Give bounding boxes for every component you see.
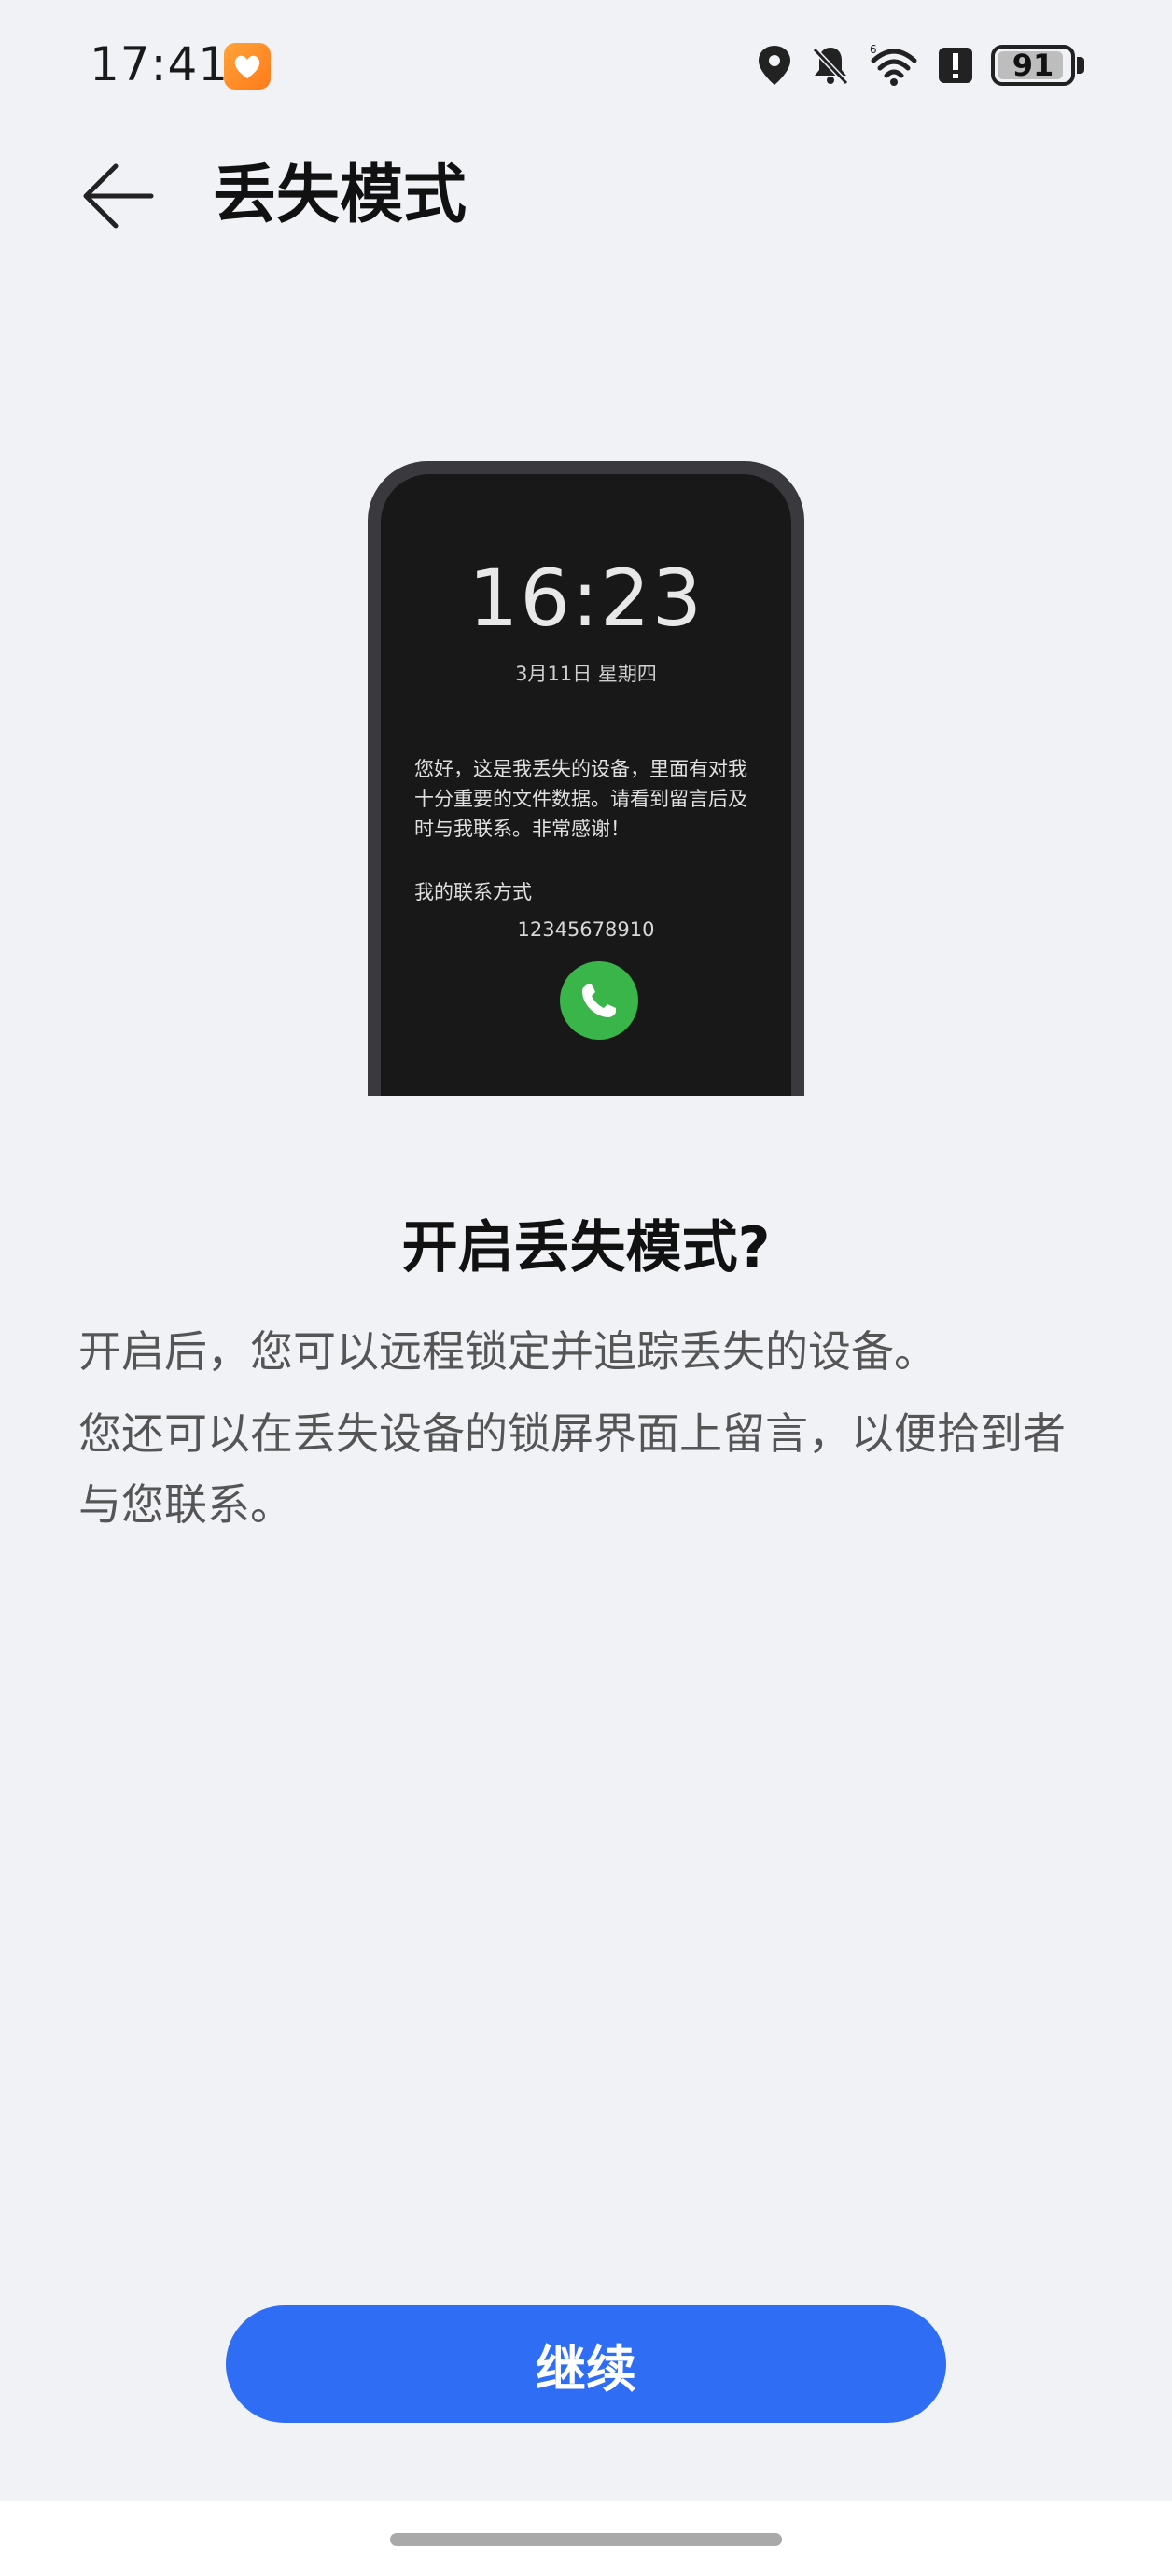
alert-icon — [937, 44, 974, 87]
battery-level: 91 — [991, 45, 1075, 86]
svg-text:6: 6 — [870, 44, 877, 56]
status-bar: 17:41 6 91 — [0, 0, 1172, 131]
lock-screen-illustration: 16:23 3月11日 星期四 您好，这是我丢失的设备，里面有对我十分重要的文件… — [368, 461, 804, 1096]
arrow-left-icon — [83, 163, 154, 229]
description-line-2: 您还可以在丢失设备的锁屏界面上留言，以便拾到者与您联系。 — [78, 1408, 1066, 1530]
location-icon — [756, 44, 793, 87]
lock-screen-time: 16:23 — [467, 553, 705, 644]
health-app-icon — [224, 43, 271, 90]
status-icons: 6 91 — [756, 39, 1084, 91]
continue-button[interactable]: 继续 — [226, 2305, 946, 2423]
description-line-1: 开启后，您可以远程锁定并追踪丢失的设备。 — [78, 1326, 937, 1377]
lock-screen-date: 3月11日 星期四 — [515, 663, 657, 685]
contact-number: 12345678910 — [517, 918, 655, 941]
navigation-bar — [0, 2501, 1172, 2576]
phone-screen: 16:23 3月11日 星期四 您好，这是我丢失的设备，里面有对我十分重要的文件… — [381, 474, 791, 1096]
section-title: 开启丢失模式? — [401, 1215, 771, 1281]
page-title: 丢失模式 — [213, 159, 467, 232]
phone-icon — [582, 984, 616, 1017]
status-time: 17:41 — [90, 37, 230, 91]
lock-screen-message: 您好，这是我丢失的设备，里面有对我十分重要的文件数据。请看到留言后及时与我联系。… — [414, 758, 747, 840]
wifi-icon: 6 — [868, 44, 920, 87]
battery-cap — [1077, 57, 1084, 74]
header: 丢失模式 — [0, 140, 1172, 252]
home-indicator[interactable] — [390, 2533, 782, 2546]
call-button — [560, 961, 638, 1040]
battery-icon: 91 — [991, 45, 1084, 86]
contact-label: 我的联系方式 — [414, 881, 532, 903]
back-button[interactable] — [75, 159, 159, 233]
battery-text: 91 — [1012, 48, 1054, 83]
mute-icon — [810, 44, 851, 87]
